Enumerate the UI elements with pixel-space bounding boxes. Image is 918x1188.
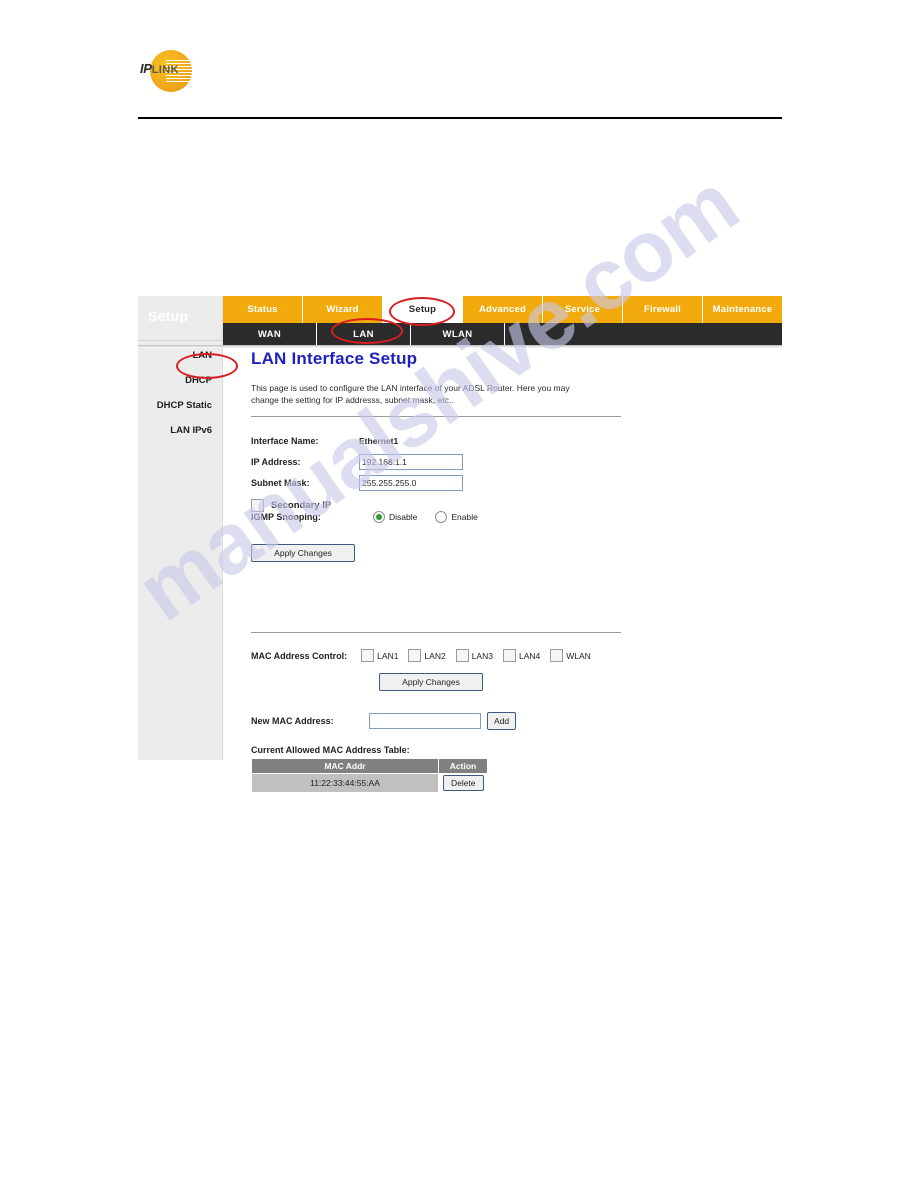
- igmp-option-disable[interactable]: Disable: [373, 511, 417, 523]
- mac-wlan-checkbox[interactable]: [550, 649, 564, 662]
- tab-status[interactable]: Status: [223, 296, 303, 323]
- label-secondary-ip: Secondary IP: [271, 499, 332, 511]
- content-divider-top: [251, 416, 621, 417]
- router-admin-ui: Setup LAN DHCP DHCP Static LAN IPv6 Stat…: [138, 296, 782, 793]
- mac-control-option-wlan[interactable]: WLAN: [550, 649, 591, 662]
- logo-text-ip: IP: [140, 61, 152, 76]
- logo-wordmark: IPLINK: [140, 61, 179, 76]
- label-mac-address-control: MAC Address Control:: [251, 650, 348, 661]
- main-tab-bar: Status Wizard Setup Advanced Service Fir…: [223, 296, 782, 323]
- label-ip-address: IP Address:: [251, 456, 301, 467]
- mac-table-header-action: Action: [438, 758, 488, 774]
- mac-control-row: MAC Address Control: LAN1 LAN2 LAN3 LAN4: [251, 649, 601, 662]
- mac-lan2-checkbox[interactable]: [408, 649, 422, 662]
- row-subnet-mask: Subnet Mask:: [251, 472, 463, 493]
- sidebar-divider: [138, 340, 222, 341]
- page-title: LAN Interface Setup: [251, 349, 418, 368]
- igmp-option-enable[interactable]: Enable: [435, 511, 478, 523]
- content-divider-middle: [251, 632, 621, 633]
- mac-lan1-label: LAN1: [377, 650, 399, 661]
- mac-table-caption: Current Allowed MAC Address Table:: [251, 745, 410, 755]
- mac-lan4-checkbox[interactable]: [502, 649, 516, 662]
- mac-lan3-label: LAN3: [471, 650, 493, 661]
- page-header: IPLINK: [138, 48, 782, 120]
- page-description: This page is used to configure the LAN i…: [251, 383, 570, 405]
- mac-lan1-checkbox[interactable]: [361, 649, 375, 662]
- tab-service[interactable]: Service: [543, 296, 623, 323]
- secondary-ip-checkbox[interactable]: [251, 498, 264, 512]
- logo-text-link: LINK: [151, 64, 179, 76]
- mac-wlan-label: WLAN: [566, 650, 591, 661]
- header-divider-rule: [138, 117, 782, 119]
- sidebar-item-dhcp-static[interactable]: DHCP Static: [138, 400, 212, 412]
- mac-address-table: MAC Addr Action 11:22:33:44:55:AA Delete: [251, 758, 488, 793]
- add-mac-button[interactable]: Add: [487, 712, 517, 730]
- ip-address-input[interactable]: [359, 453, 463, 470]
- igmp-radio-row: IGMP Snooping: Disable Enable: [251, 511, 496, 523]
- sidebar: Setup LAN DHCP DHCP Static LAN IPv6: [138, 296, 223, 760]
- subtab-wlan[interactable]: WLAN: [411, 323, 505, 345]
- content-panel: LAN Interface Setup This page is used to…: [223, 348, 782, 793]
- mac-lan4-label: LAN4: [518, 650, 541, 661]
- mac-table-header-row: MAC Addr Action: [251, 758, 488, 774]
- delete-mac-button[interactable]: Delete: [442, 775, 484, 792]
- mac-lan2-label: LAN2: [424, 650, 446, 661]
- value-interface-name: Ethernet1: [359, 435, 399, 446]
- lan-interface-form: Interface Name: Ethernet1 IP Address: Su…: [251, 430, 463, 515]
- tab-firewall[interactable]: Firewall: [623, 296, 703, 323]
- mac-control-option-lan2[interactable]: LAN2: [408, 649, 446, 662]
- label-interface-name: Interface Name:: [251, 435, 319, 446]
- new-mac-address-input[interactable]: [369, 713, 481, 729]
- igmp-disable-radio[interactable]: [373, 511, 385, 523]
- subtab-wan[interactable]: WAN: [223, 323, 317, 345]
- iplink-logo: IPLINK: [138, 48, 194, 96]
- tab-wizard[interactable]: Wizard: [303, 296, 383, 323]
- tab-maintenance[interactable]: Maintenance: [703, 296, 782, 323]
- label-new-mac-address: New MAC Address:: [251, 716, 334, 726]
- mac-table-header-addr: MAC Addr: [251, 758, 439, 774]
- sub-tab-filler: [505, 323, 782, 345]
- mac-address-table-block: Current Allowed MAC Address Table: MAC A…: [251, 745, 488, 793]
- igmp-snooping-group: IGMP Snooping: Disable Enable: [251, 511, 496, 523]
- mac-control-option-lan1[interactable]: LAN1: [361, 649, 398, 662]
- mac-address-control-group: MAC Address Control: LAN1 LAN2 LAN3 LAN4: [251, 649, 601, 662]
- mac-control-option-lan4[interactable]: LAN4: [502, 649, 541, 662]
- igmp-enable-radio[interactable]: [435, 511, 448, 523]
- sidebar-menu: LAN DHCP DHCP Static LAN IPv6: [138, 350, 212, 450]
- apply-changes-button-mac[interactable]: Apply Changes: [379, 673, 483, 691]
- mac-table-cell-addr: 11:22:33:44:55:AA: [251, 773, 439, 793]
- sidebar-item-lan[interactable]: LAN: [138, 350, 212, 362]
- row-interface-name: Interface Name: Ethernet1: [251, 430, 463, 451]
- igmp-enable-label: Enable: [451, 512, 478, 522]
- mac-table-cell-action: Delete: [438, 773, 488, 793]
- new-mac-address-row: New MAC Address: Add: [251, 712, 517, 730]
- sidebar-title: Setup: [148, 308, 189, 324]
- igmp-disable-label: Disable: [389, 512, 418, 522]
- table-row: 11:22:33:44:55:AA Delete: [251, 773, 488, 793]
- tab-setup[interactable]: Setup: [383, 296, 463, 323]
- row-ip-address: IP Address:: [251, 451, 463, 472]
- subtab-lan[interactable]: LAN: [317, 323, 411, 345]
- apply-changes-button-interface[interactable]: Apply Changes: [251, 544, 355, 562]
- label-igmp-snooping: IGMP Snooping:: [251, 512, 321, 522]
- sidebar-item-lan-ipv6[interactable]: LAN IPv6: [138, 425, 212, 437]
- subnet-mask-input[interactable]: [359, 474, 463, 491]
- sub-tab-bar: WAN LAN WLAN: [223, 323, 782, 345]
- label-subnet-mask: Subnet Mask:: [251, 477, 310, 488]
- mac-lan3-checkbox[interactable]: [455, 649, 469, 662]
- sidebar-item-dhcp[interactable]: DHCP: [138, 375, 212, 387]
- tab-advanced[interactable]: Advanced: [463, 296, 543, 323]
- mac-control-option-lan3[interactable]: LAN3: [455, 649, 493, 662]
